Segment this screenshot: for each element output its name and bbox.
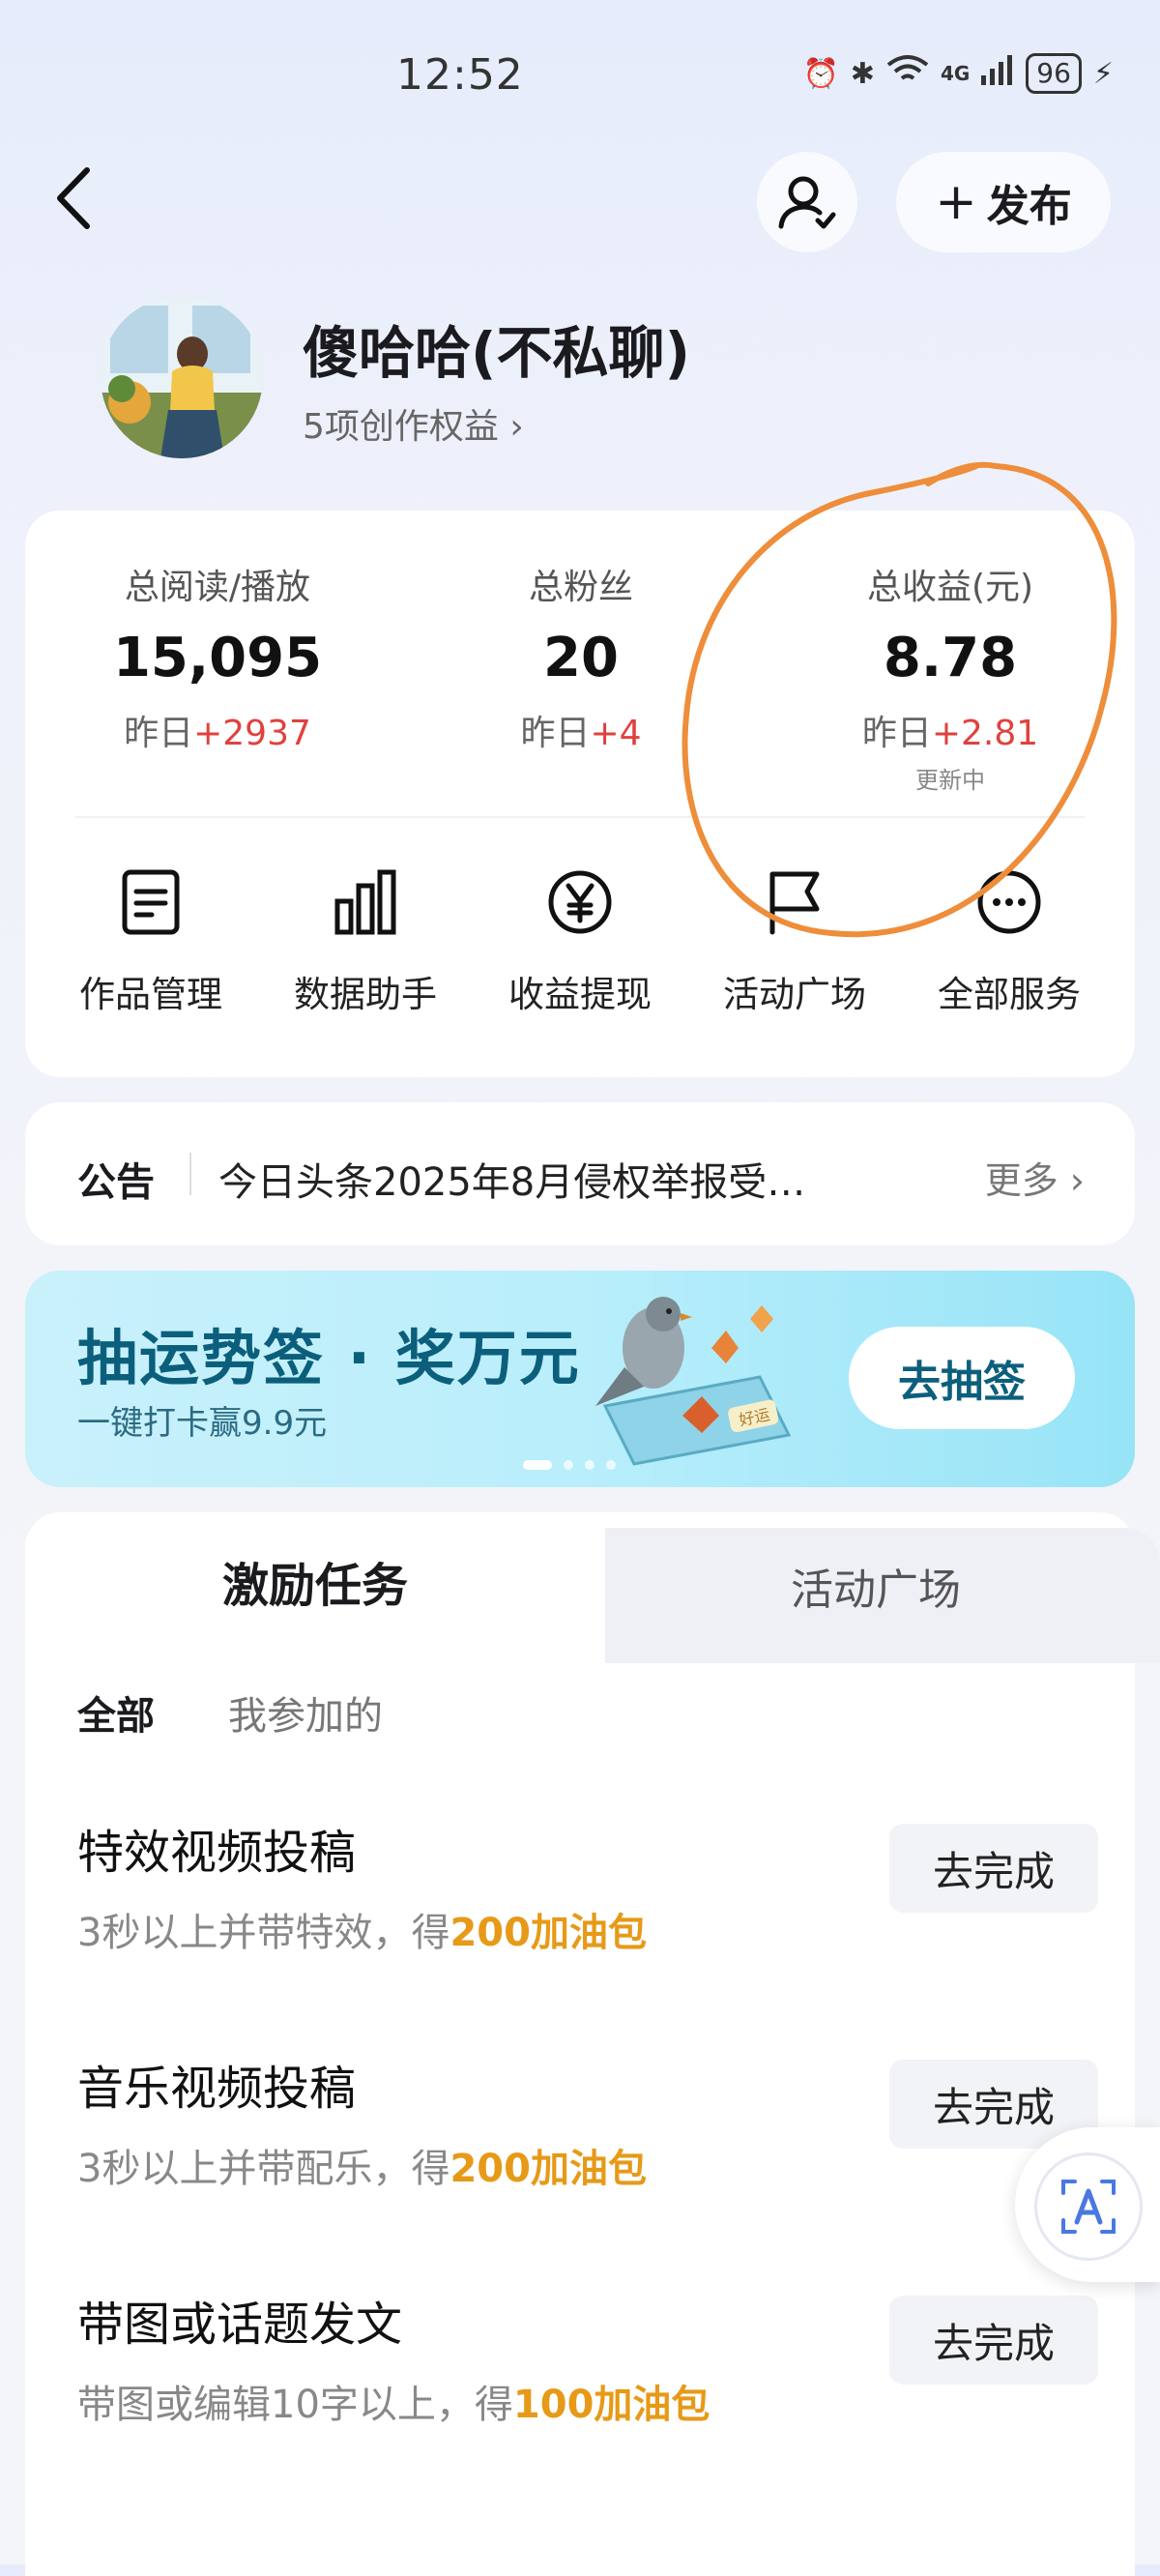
charging-icon: ⚡ xyxy=(1092,56,1114,91)
carousel-dots xyxy=(523,1460,616,1470)
notice-more-link[interactable]: 更多 › xyxy=(985,1151,1085,1204)
creator-rights-link[interactable]: 5项创作权益 › xyxy=(303,398,524,449)
banner-title: 抽运势签 · 奖万元 xyxy=(77,1323,581,1393)
tasks-panel: 激励任务 活动广场 全部 我参加的 特效视频投稿 3秒以上并带特效，得200加油… xyxy=(25,1512,1160,2576)
bar-chart-icon xyxy=(334,869,396,935)
yuan-icon xyxy=(548,870,612,934)
stat-label: 总阅读/播放 xyxy=(124,568,311,607)
task-complete-button[interactable]: 去完成 xyxy=(889,2296,1098,2385)
user-check-icon xyxy=(778,176,836,229)
stat-delta: 昨日+2937 xyxy=(124,714,311,753)
avatar[interactable] xyxy=(101,296,263,458)
task-item: 带图或话题发文 带图或编辑10字以上，得100加油包 去完成 xyxy=(77,2286,1098,2441)
announcement-bar[interactable]: 公告 今日头条2025年8月侵权举报受… 更多 › xyxy=(25,1102,1135,1245)
tab-incentive-tasks[interactable]: 激励任务 xyxy=(25,1547,605,1615)
status-time: 12:52 xyxy=(396,50,524,100)
annotation-circle xyxy=(682,461,1117,938)
notice-text: 今日头条2025年8月侵权举报受… xyxy=(218,1160,806,1205)
tab-activity-square-label[interactable]: 活动广场 xyxy=(634,1555,1117,1617)
task-item: 特效视频投稿 3秒以上并带特效，得200加油包 去完成 xyxy=(77,1814,1098,1969)
carousel-dot xyxy=(564,1460,573,1470)
task-complete-button[interactable]: 去完成 xyxy=(889,1824,1098,1913)
alarm-icon: ⏰ xyxy=(802,56,839,91)
signal-icon xyxy=(981,54,1014,93)
service-withdraw[interactable]: 收益提现 xyxy=(483,868,677,1017)
profile-name: 傻哈哈(不私聊) xyxy=(303,320,691,386)
carousel-dot xyxy=(606,1460,616,1470)
banner-subtitle: 一键打卡赢9.9元 xyxy=(77,1404,328,1443)
fortune-banner[interactable]: 抽运势签 · 奖万元 一键打卡赢9.9元 好运 去抽签 xyxy=(25,1271,1135,1487)
filter-all[interactable]: 全部 xyxy=(77,1684,155,1741)
service-data-assistant[interactable]: 数据助手 xyxy=(269,868,462,1017)
divider xyxy=(189,1153,191,1195)
publish-button[interactable]: + 发布 xyxy=(896,152,1111,252)
publish-label: 发布 xyxy=(986,182,1072,231)
plus-icon: + xyxy=(935,173,977,231)
task-item: 音乐视频投稿 3秒以上并带配乐，得200加油包 去完成 xyxy=(77,2050,1098,2205)
back-arrow-icon xyxy=(57,167,90,229)
status-icons: ⏰ ✱ 4G 96 ⚡ xyxy=(802,53,1114,94)
carousel-dot-active xyxy=(523,1460,552,1470)
service-label: 全部服务 xyxy=(938,974,1081,1015)
stat-value: 15,095 xyxy=(112,627,323,689)
signal-label: 4G xyxy=(940,62,971,85)
battery-indicator: 96 xyxy=(1026,53,1082,94)
translate-icon xyxy=(1034,2152,1143,2261)
notice-title: 公告 xyxy=(77,1160,155,1205)
document-icon xyxy=(122,869,180,935)
carousel-dot xyxy=(585,1460,594,1470)
bluetooth-icon: ✱ xyxy=(850,56,875,91)
stat-reads[interactable]: 总阅读/播放 15,095 昨日+2937 xyxy=(58,559,377,755)
floating-translate-button[interactable] xyxy=(1015,2127,1160,2282)
service-works-manage[interactable]: 作品管理 xyxy=(54,868,247,1017)
draw-lot-button[interactable]: 去抽签 xyxy=(849,1327,1075,1429)
wifi-icon xyxy=(886,53,929,94)
service-label: 作品管理 xyxy=(79,974,222,1015)
back-button[interactable] xyxy=(48,164,106,232)
service-label: 收益提现 xyxy=(508,974,652,1015)
bird-illustration-icon: 好运 xyxy=(595,1297,792,1466)
user-manage-button[interactable] xyxy=(757,152,857,252)
filter-mine[interactable]: 我参加的 xyxy=(228,1684,383,1741)
service-label: 活动广场 xyxy=(723,974,866,1015)
service-label: 数据助手 xyxy=(294,974,437,1015)
